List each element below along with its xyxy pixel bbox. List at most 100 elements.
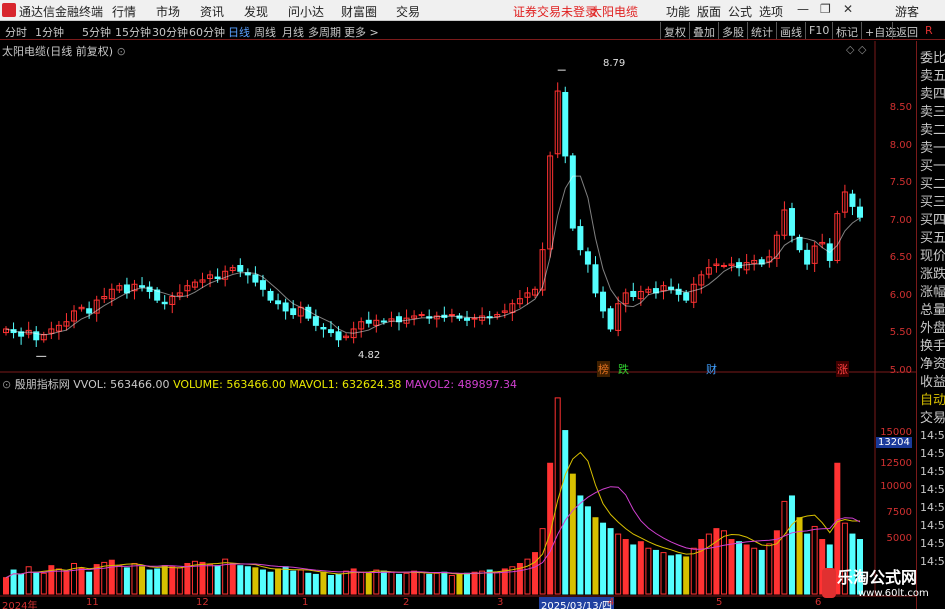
side-label-change[interactable]: 涨跌	[920, 263, 945, 282]
candle-body	[252, 274, 259, 283]
side-label-buy4[interactable]: 买四	[920, 209, 945, 228]
side-label-sell3[interactable]: 卖三	[920, 101, 945, 120]
side-label-buy2[interactable]: 买二	[920, 173, 945, 192]
x-axis-cursor-date: 2025/03/13/四	[539, 597, 615, 609]
candle-body	[464, 317, 471, 321]
volume-bar	[131, 562, 138, 595]
volume-bar	[146, 569, 153, 595]
volume-bar	[327, 574, 334, 595]
volume-bar	[796, 517, 803, 595]
x-axis-label: 11	[86, 597, 99, 608]
volume-bar	[55, 568, 62, 595]
candle-body	[630, 290, 637, 298]
side-label-buy1[interactable]: 买一	[920, 155, 945, 174]
volume-bar	[86, 571, 93, 595]
side-label-sell4[interactable]: 卖四	[920, 83, 945, 102]
volume-bar	[698, 539, 705, 595]
side-label-auto[interactable]: 自动	[920, 389, 945, 408]
candle-body	[290, 308, 297, 316]
candle-body	[720, 265, 727, 268]
side-label-change-pct[interactable]: 涨幅	[920, 281, 945, 300]
volume-bar	[403, 572, 410, 595]
candle-body	[796, 236, 803, 251]
price-ma-line	[5, 175, 861, 336]
marker-rise[interactable]: 涨	[836, 361, 849, 377]
volume-bar	[312, 573, 319, 595]
volume-bar	[471, 571, 478, 595]
volume-bar	[720, 530, 727, 595]
volume-bar	[433, 572, 440, 595]
volume-tick: 5000	[886, 533, 912, 544]
volume-bar	[683, 556, 690, 595]
watermark-logo: 乐淘公式网 www.60lt.com	[822, 562, 945, 609]
candle-body	[86, 308, 93, 314]
side-label-outer[interactable]: 外盘	[920, 317, 945, 336]
volume-bar	[577, 495, 584, 595]
tick-time: 14:56	[920, 537, 945, 550]
volume-bar	[305, 572, 312, 595]
x-axis-label: 4	[608, 597, 615, 608]
volume-bar	[244, 566, 251, 595]
volume-bar	[426, 573, 433, 595]
side-label-turnover[interactable]: 换手	[920, 335, 945, 354]
volume-tick: 12500	[880, 458, 912, 469]
volume-bar	[652, 549, 659, 595]
side-label-net-assets[interactable]: 净资	[920, 353, 945, 372]
volume-bar	[645, 547, 652, 595]
candle-body	[259, 280, 266, 290]
x-axis-label: 3	[497, 597, 504, 608]
volume-bar	[532, 552, 539, 595]
marker-finance[interactable]: 财	[706, 361, 717, 377]
side-label-sell1[interactable]: 卖一	[920, 137, 945, 156]
side-label-earnings[interactable]: 收益	[920, 371, 945, 390]
volume-tick: 7500	[886, 507, 912, 518]
side-label-trade[interactable]: 交易	[920, 407, 945, 426]
volume-bar	[373, 569, 380, 595]
candle-body	[161, 301, 168, 305]
side-label-sell2[interactable]: 卖二	[920, 119, 945, 138]
low-price-label: 4.82	[358, 350, 381, 361]
volume-bar	[637, 541, 644, 595]
mavol1-value: MAVOL1: 632624.38	[289, 378, 402, 391]
tick-time: 14:56	[920, 519, 945, 532]
volume-bar	[116, 565, 123, 595]
price-tick: 5.50	[889, 327, 912, 338]
x-axis-label: 6	[815, 597, 822, 608]
side-label-volume[interactable]: 总量	[920, 299, 945, 318]
candle-body	[267, 290, 274, 301]
volume-bar	[3, 577, 9, 595]
marker-rank[interactable]: 榜	[597, 361, 610, 377]
settings-dot-icon[interactable]: ⊙	[2, 378, 11, 391]
candle-body	[788, 208, 795, 236]
volume-bar	[456, 573, 463, 595]
price-tick: 7.50	[889, 177, 912, 188]
side-label-ratio[interactable]: 委比	[920, 47, 945, 66]
volume-bar	[169, 566, 176, 595]
volume-bar	[101, 561, 108, 595]
volume-bar	[199, 561, 206, 595]
side-label-buy5[interactable]: 买五	[920, 227, 945, 246]
volume-bar	[539, 528, 546, 595]
volume-bar	[509, 566, 516, 595]
side-label-buy3[interactable]: 买三	[920, 191, 945, 210]
volume-bar	[569, 473, 576, 595]
volume-bar	[388, 571, 395, 595]
tick-time: 14:56	[920, 501, 945, 514]
volume-bar	[705, 533, 712, 595]
side-label-sell5[interactable]: 卖五	[920, 65, 945, 84]
candlestick-chart[interactable]	[0, 0, 945, 609]
side-label-price[interactable]: 现价	[920, 245, 945, 264]
volume-bar	[630, 544, 637, 595]
candle-body	[562, 91, 569, 157]
volume-bar	[161, 565, 168, 595]
candle-body	[214, 276, 221, 279]
candle-body	[857, 206, 863, 218]
volume-bar	[804, 533, 811, 595]
marker-drop[interactable]: 跌	[618, 361, 629, 377]
volume-bar	[607, 528, 614, 595]
tick-time: 14:56	[920, 447, 945, 460]
price-tick: 7.00	[889, 215, 912, 226]
tick-time: 14:56	[920, 429, 945, 442]
volume-bar	[584, 506, 591, 595]
indicator-name[interactable]: 殷朋指标网	[15, 378, 70, 391]
